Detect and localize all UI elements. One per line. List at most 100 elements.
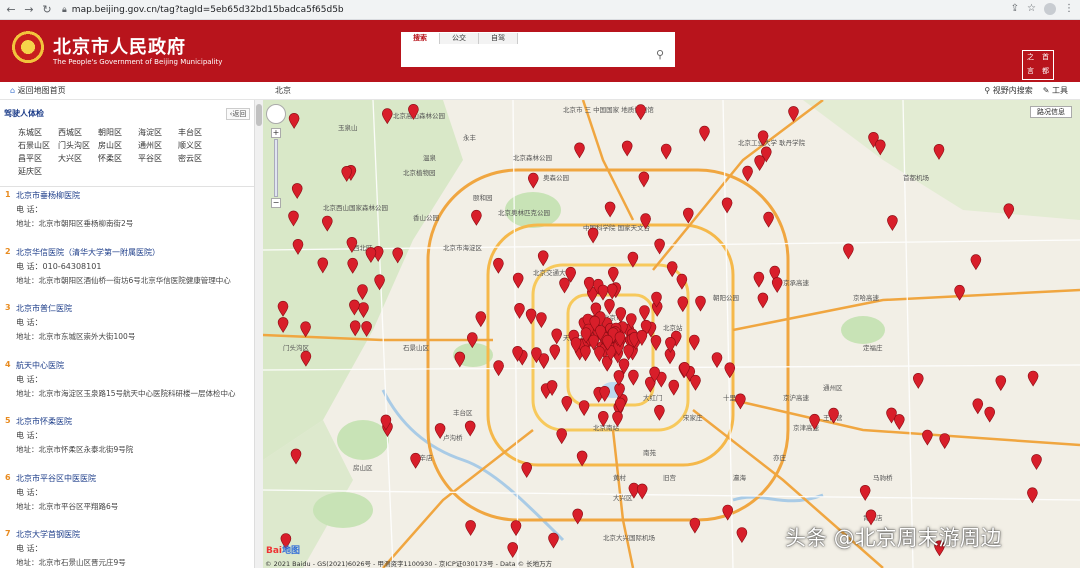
menu-icon[interactable]: ⋮ <box>1064 3 1074 15</box>
toolbar-right: ⚲ 视野内搜索 ✎ 工具 <box>984 85 1068 96</box>
result-name-link[interactable]: 北京市普仁医院 <box>16 303 72 314</box>
return-button[interactable]: ‹返回 <box>226 108 250 120</box>
result-address: 地址：北京市朝阳区酒仙桥一街坊6号北京华信医院健康管理中心 <box>16 275 231 285</box>
district-link[interactable]: 石景山区 <box>18 141 58 151</box>
panel-scrollbar[interactable] <box>255 100 263 568</box>
result-name-link[interactable]: 北京市怀柔医院 <box>16 416 72 427</box>
result-address: 地址：北京市平谷区平翔路6号 <box>16 501 119 511</box>
list-item[interactable]: 4 航天中心医院电 话： 地址：北京市海淀区玉泉路15号航天中心医院科研楼一层体检中… <box>0 360 254 417</box>
map-graphics: 北京市 三 中国国家 地质博物馆北京奥林匹克公园北京工业大学 耿丹学院中国科学院… <box>263 100 1080 568</box>
profile-avatar[interactable] <box>1044 3 1056 15</box>
traffic-button[interactable]: 路况信息 <box>1030 106 1072 118</box>
wrench-icon: ✎ <box>1042 86 1050 95</box>
divider <box>0 186 254 187</box>
back-arrow-icon[interactable]: ← <box>4 3 18 16</box>
district-link[interactable]: 延庆区 <box>18 167 58 177</box>
list-item[interactable]: 2 北京华信医院（清华大学第一附属医院） 电 话：010-64308101 地址：北京… <box>0 247 254 304</box>
site-header: 北京市人民政府 The People's Government of Beiji… <box>0 20 1080 82</box>
result-address: 地址：北京市石景山区晋元庄9号 <box>16 558 126 567</box>
map-place-label: 永丰 <box>463 133 477 142</box>
logo-char: 之 <box>1027 53 1034 61</box>
result-name-link[interactable]: 北京市平谷区中医医院 <box>16 473 96 484</box>
forward-arrow-icon[interactable]: → <box>22 3 36 16</box>
visible-search-label: 视野内搜索 <box>992 86 1033 95</box>
district-link[interactable]: 昌平区 <box>18 154 58 164</box>
map-place-label: 京沪高速 <box>783 393 810 402</box>
reload-icon[interactable]: ↻ <box>40 3 54 16</box>
back-home-link[interactable]: ⌂ 返回地图首页 <box>10 85 66 96</box>
capital-logo: 之 首 言 都 <box>1022 50 1054 80</box>
district-link[interactable]: 东城区 <box>18 128 58 138</box>
star-icon[interactable]: ☆ <box>1027 3 1036 15</box>
search-icon[interactable]: ⚲ <box>652 47 668 63</box>
map-place-label: 北京市海淀区 <box>443 243 483 252</box>
map-place-label: 旧宫 <box>663 473 676 482</box>
lock-icon[interactable]: 🔒︎ <box>62 5 67 15</box>
logo-char: 言 <box>1027 67 1034 75</box>
district-link[interactable]: 通州区 <box>138 141 178 151</box>
map-canvas[interactable]: 北京市 三 中国国家 地质博物馆 北京奥林匹克公园 北京工业大学 耿丹学院 中国科学院… <box>263 100 1080 568</box>
tab-search[interactable]: 搜索 <box>401 33 440 44</box>
map-place-label: 北京奥林匹克公园 <box>498 208 550 217</box>
result-name-link[interactable]: 北京大学首钢医院 <box>16 529 80 540</box>
home-icon: ⌂ <box>10 86 16 95</box>
district-link[interactable]: 顺义区 <box>178 141 218 151</box>
back-home-label: 返回地图首页 <box>17 86 66 95</box>
map-place-label: 宋家庄 <box>683 413 703 422</box>
map-place-label: 马驹桥 <box>873 473 893 482</box>
tools-button[interactable]: ✎ 工具 <box>1043 85 1068 96</box>
map-place-label: 北京南站 <box>593 423 620 432</box>
tab-drive[interactable]: 自驾 <box>479 33 518 44</box>
site-title[interactable]: 北京市人民政府 <box>53 33 186 59</box>
result-phone: 电 话： <box>16 487 43 497</box>
address-bar[interactable]: map.beijing.gov.cn/tag?tagId=5eb65d32bd1… <box>72 5 344 15</box>
district-link[interactable]: 大兴区 <box>58 154 98 164</box>
district-link[interactable]: 西城区 <box>58 128 98 138</box>
map-place-label: 大兴区 <box>613 493 633 502</box>
district-link[interactable]: 海淀区 <box>138 128 178 138</box>
map-toolbar: ⌂ 返回地图首页 北京 ⚲ 视野内搜索 ✎ 工具 <box>0 82 1080 100</box>
result-name-link[interactable]: 北京市垂杨柳医院 <box>16 190 80 201</box>
map-place-label: 北京西山国家森林公园 <box>323 203 388 212</box>
zoom-out-button[interactable]: − <box>271 198 281 208</box>
district-filter: 东城区 西城区 朝阳区 海淀区 丰台区石景山区 门头沟区 房山区 通州区 顺义区昌平区 大兴区 怀柔… <box>18 128 218 177</box>
result-address: 地址：北京市海淀区玉泉路15号航天中心医院科研楼一层体检中心 <box>16 388 236 398</box>
result-phone: 电 话： <box>16 544 43 553</box>
list-item[interactable]: 3 北京市普仁医院电 话： 地址：北京市东城区崇外大街100号 <box>0 303 254 360</box>
tab-bus[interactable]: 公交 <box>440 33 479 44</box>
result-name-link[interactable]: 北京华信医院（清华大学第一附属医院） <box>16 247 160 258</box>
map-copyright: © 2021 Baidu - GS(2021)6026号 - 甲测资字11009… <box>265 560 553 568</box>
result-phone: 电 话： <box>16 318 43 327</box>
region-label[interactable]: 北京 <box>275 85 291 96</box>
search-input[interactable] <box>402 45 674 66</box>
zoom-slider[interactable] <box>274 139 278 197</box>
map-place-label: 北京森林公园 <box>513 153 552 162</box>
map-place-label: 石景山区 <box>403 343 430 352</box>
district-link[interactable]: 怀柔区 <box>98 154 138 164</box>
result-address: 地址：北京市朝阳区垂杨柳南街2号 <box>16 219 134 228</box>
district-link[interactable]: 密云区 <box>178 154 218 164</box>
site-subtitle: The People's Government of Beijing Munic… <box>53 58 223 66</box>
share-icon[interactable]: ⇪ <box>1011 3 1019 15</box>
pan-control[interactable] <box>266 104 286 124</box>
result-name-link[interactable]: 航天中心医院 <box>16 360 64 371</box>
map-place-label: 温泉 <box>423 153 437 162</box>
result-number: 1 <box>5 190 11 199</box>
map-place-label: 北京站 <box>663 323 683 332</box>
tools-label: 工具 <box>1052 86 1068 95</box>
district-link[interactable]: 丰台区 <box>178 128 218 138</box>
map-place-label: 颐和园 <box>473 193 493 202</box>
district-link[interactable]: 房山区 <box>98 141 138 151</box>
map-place-label: 通州区 <box>823 383 843 392</box>
district-link[interactable]: 朝阳区 <box>98 128 138 138</box>
visible-search-button[interactable]: ⚲ 视野内搜索 <box>984 85 1032 96</box>
scrollbar-thumb[interactable] <box>256 104 262 126</box>
list-item[interactable]: 7 北京大学首钢医院电 话： 地址：北京市石景山区晋元庄9号 <box>0 529 254 568</box>
list-item[interactable]: 6 北京市平谷区中医医院电 话： 地址：北京市平谷区平翔路6号 <box>0 473 254 530</box>
list-item[interactable]: 5 北京市怀柔医院电 话： 地址：北京市怀柔区永泰北街9号院 <box>0 416 254 473</box>
map-place-label: 北京高山森林公园 <box>393 111 445 120</box>
list-item[interactable]: 1 北京市垂杨柳医院电 话： 地址：北京市朝阳区垂杨柳南街2号 <box>0 190 254 247</box>
district-link[interactable]: 门头沟区 <box>58 141 98 151</box>
district-link[interactable]: 平谷区 <box>138 154 178 164</box>
zoom-in-button[interactable]: + <box>271 128 281 138</box>
